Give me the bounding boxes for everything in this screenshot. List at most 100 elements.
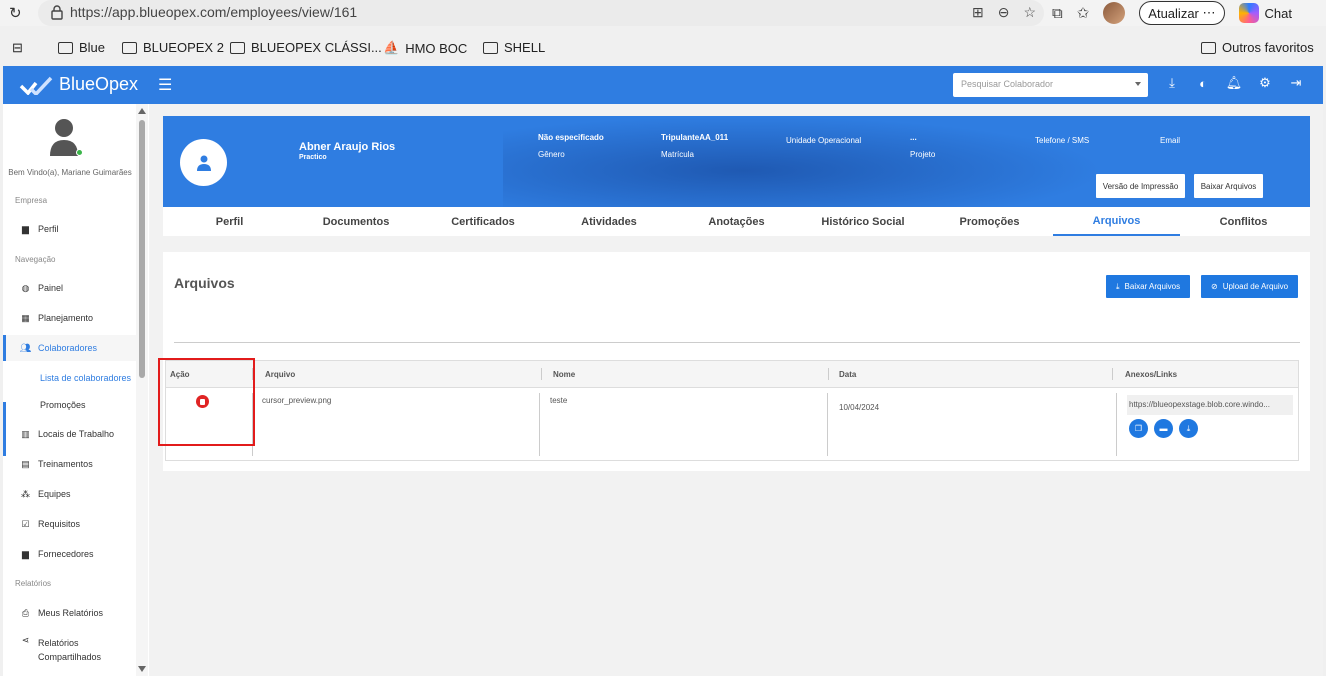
favorite-shell[interactable]: SHELL: [483, 40, 545, 55]
scroll-thumb[interactable]: [139, 120, 145, 378]
tab-atividades[interactable]: Atividades: [550, 207, 668, 236]
tab-promocoes[interactable]: Promoções: [921, 207, 1058, 236]
column-separator: [541, 368, 542, 380]
highlight-box: [158, 358, 255, 446]
header-background-photo: [503, 116, 1103, 207]
update-button[interactable]: Atualizar ⋯: [1139, 1, 1225, 25]
section-navegacao: Navegação: [15, 255, 56, 264]
employee-name: Abner Araujo Rios: [299, 141, 396, 153]
column-header-anexos[interactable]: Anexos/Links: [1125, 370, 1177, 379]
lock-icon: [51, 5, 63, 20]
sidebar-item-relatorios-compartilhados[interactable]: ⋖ Relatórios Compartilhados: [3, 635, 136, 670]
tab-documentos[interactable]: Documentos: [296, 207, 416, 236]
favorite-blueopex-2[interactable]: BLUEOPEX 2: [122, 40, 224, 55]
download-files-label: Baixar Arquivos: [1124, 282, 1181, 291]
tab-perfil[interactable]: Perfil: [163, 207, 296, 236]
registration-label: Matrícula: [661, 150, 694, 159]
sidebar-item-meus-relatorios[interactable]: ⎙ Meus Relatórios: [3, 600, 136, 626]
user-avatar-icon: [50, 119, 78, 156]
sidebar-subitem-lista[interactable]: Lista de colaboradores: [40, 373, 131, 383]
puzzle-icon[interactable]: ⧉: [1052, 5, 1063, 22]
sidebar-item-fornecedores[interactable]: ▆ Fornecedores: [3, 541, 136, 567]
project-value: ...: [910, 133, 917, 142]
column-header-arquivo[interactable]: Arquivo: [265, 370, 295, 379]
upload-file-button[interactable]: ⊘ Upload de Arquivo: [1201, 275, 1299, 298]
other-favorites[interactable]: Outros favoritos: [1201, 40, 1314, 55]
section-relatorios: Relatórios: [15, 579, 52, 588]
download-files-button[interactable]: ⤓ Baixar Arquivos: [1106, 275, 1191, 298]
sidebar-item-locais[interactable]: ▥ Locais de Trabalho: [3, 421, 136, 447]
cell-link[interactable]: https://blueopexstage.blob.core.windo...: [1127, 395, 1293, 415]
sidebar-item-treinamentos[interactable]: ▤ Treinamentos: [3, 451, 136, 477]
checkbox-icon: ☑: [21, 518, 30, 529]
download-icon: ⤓: [1116, 281, 1120, 291]
sidebar-scrollbar[interactable]: [136, 104, 148, 676]
employee-search-select[interactable]: Pesquisar Colaborador: [953, 73, 1148, 97]
scroll-down-icon[interactable]: [138, 666, 146, 672]
tab-anotacoes[interactable]: Anotações: [668, 207, 805, 236]
favorite-blueopex-classic[interactable]: BLUEOPEX CLÁSSI...: [230, 40, 382, 55]
column-separator: [1112, 368, 1113, 380]
sidebar-item-requisitos[interactable]: ☑ Requisitos: [3, 511, 136, 537]
brand-logo[interactable]: BlueOpex: [19, 74, 138, 95]
open-folder-icon[interactable]: ▬: [1154, 419, 1173, 438]
support-icon[interactable]: ◐: [1196, 76, 1210, 91]
users-icon: 👥︎: [19, 342, 32, 353]
print-icon: ⎙: [21, 607, 30, 618]
download-files-header-button[interactable]: Baixar Arquivos: [1194, 174, 1263, 198]
zoom-icon[interactable]: ⊖: [998, 4, 1010, 21]
download-file-icon[interactable]: ⤓: [1179, 419, 1198, 438]
profile-avatar[interactable]: [1103, 2, 1126, 24]
favorite-blue[interactable]: Blue: [58, 40, 105, 55]
copilot-icon: [1238, 3, 1259, 23]
reload-icon[interactable]: ↻: [9, 4, 22, 22]
sidebar-item-label: Equipes: [38, 489, 71, 499]
sidebar-item-label: Treinamentos: [38, 459, 93, 469]
gear-icon[interactable]: ⚙: [1258, 75, 1272, 90]
top-navbar: BlueOpex ☰ Pesquisar Colaborador ⤓ ◐ 🔔︎ …: [3, 66, 1323, 104]
address-bar[interactable]: https://app.blueopex.com/employees/view/…: [38, 0, 1044, 26]
favorites-icon[interactable]: ✩: [1077, 4, 1090, 22]
url-text: https://app.blueopex.com/employees/view/…: [70, 4, 358, 20]
bell-icon[interactable]: 🔔︎: [1226, 75, 1243, 90]
menu-toggle-icon[interactable]: ☰: [158, 75, 172, 95]
favorite-star-icon[interactable]: ☆: [1023, 4, 1036, 21]
favorites-bar: ⊟ Blue BLUEOPEX 2 BLUEOPEX CLÁSSI... ⛵ HM…: [0, 36, 1326, 60]
scroll-up-icon[interactable]: [138, 108, 146, 114]
sidebar-item-label: Meus Relatórios: [38, 608, 104, 618]
team-icon: ⁂: [21, 488, 30, 499]
chat-button[interactable]: Chat: [1238, 3, 1292, 23]
profile-header: Abner Araujo Rios Practico Não especific…: [163, 116, 1310, 207]
extensions-icon[interactable]: ⊞: [972, 4, 984, 21]
column-separator: [828, 368, 829, 380]
sidebar-item-painel[interactable]: ◍ Painel: [3, 275, 136, 301]
sidebar-item-label: Colaboradores: [38, 343, 98, 353]
hmo-icon: ⛵: [383, 40, 400, 55]
sidebar-subitem-promocoes[interactable]: Promoções: [40, 400, 86, 410]
logout-icon[interactable]: ⇥: [1289, 75, 1303, 90]
profile-avatar: [180, 139, 227, 186]
sidebar-item-perfil[interactable]: ▆ Perfil: [3, 216, 136, 242]
tab-actions-icon[interactable]: ⊟: [12, 40, 23, 56]
download-icon[interactable]: ⤓: [1165, 75, 1179, 90]
tab-arquivos[interactable]: Arquivos: [1053, 207, 1180, 236]
sidebar-item-equipes[interactable]: ⁂ Equipes: [3, 481, 136, 507]
column-header-nome[interactable]: Nome: [553, 370, 575, 379]
tab-historico-social[interactable]: Histórico Social: [805, 207, 921, 236]
print-version-button[interactable]: Versão de Impressão: [1096, 174, 1185, 198]
copy-link-icon[interactable]: ❐: [1129, 419, 1148, 438]
sidebar-item-colaboradores[interactable]: 👥︎ Colaboradores: [3, 335, 136, 361]
gender-label: Gênero: [538, 150, 565, 159]
column-divider: [1116, 393, 1117, 456]
tab-certificados[interactable]: Certificados: [416, 207, 550, 236]
favorite-label: BLUEOPEX CLÁSSI...: [251, 40, 382, 55]
dashboard-icon: ◍: [21, 282, 30, 293]
favorite-label: BLUEOPEX 2: [143, 40, 224, 55]
calendar-icon: ▦: [21, 312, 30, 323]
tab-conflitos[interactable]: Conflitos: [1180, 207, 1307, 236]
unit-label: Unidade Operacional: [786, 136, 862, 145]
favorite-hmo-boc[interactable]: ⛵ HMO BOC: [383, 40, 467, 56]
column-header-data[interactable]: Data: [839, 370, 856, 379]
share-icon: ⋖: [21, 635, 30, 645]
sidebar-item-planejamento[interactable]: ▦ Planejamento: [3, 305, 136, 331]
